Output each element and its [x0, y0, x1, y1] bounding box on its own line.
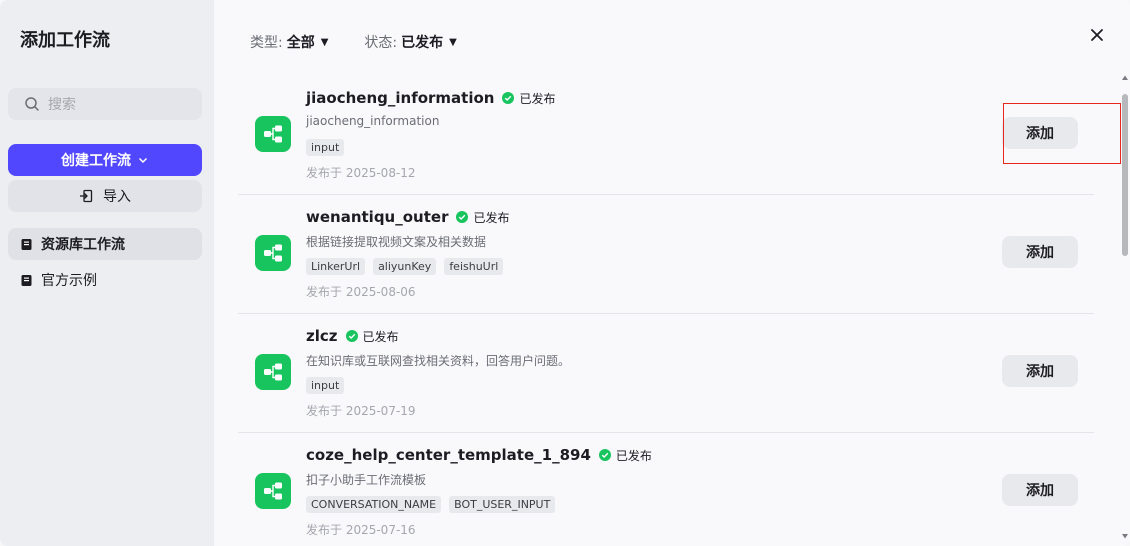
check-circle-icon: [345, 330, 358, 342]
workflow-title-row: coze_help_center_template_1_894 已发布: [306, 446, 652, 464]
workflow-icon: [255, 473, 291, 509]
publish-date: 发布于 2025-08-06: [306, 285, 416, 299]
search-placeholder: 搜索: [48, 97, 76, 113]
workflow-name: wenantiqu_outer: [306, 208, 449, 226]
workflow-item: coze_help_center_template_1_894 已发布 扣子小助…: [238, 433, 1094, 546]
add-button[interactable]: 添加: [1002, 236, 1078, 268]
workflow-description: 根据链接提取视频文案及相关数据: [306, 235, 487, 249]
filter-bar: 类型: 全部 ▼ 状态: 已发布 ▼: [250, 32, 493, 52]
search-input[interactable]: 搜索: [8, 88, 202, 120]
workflow-title-row: jiaocheng_information 已发布: [306, 89, 555, 107]
chevron-down-icon: [138, 157, 148, 164]
tag: input: [306, 139, 345, 156]
add-button[interactable]: 添加: [1002, 474, 1078, 506]
status-label: 已发布: [519, 91, 556, 106]
workflow-icon: [255, 235, 291, 271]
caret-down-icon: ▼: [320, 36, 329, 48]
publish-date: 发布于 2025-07-16: [306, 523, 416, 537]
status-badge: 已发布: [598, 447, 652, 464]
workflow-title-row: wenantiqu_outer 已发布: [306, 208, 509, 226]
type-filter-label: 类型:: [250, 35, 283, 51]
tag: feishuUrl: [444, 258, 504, 275]
tag-list: input: [306, 377, 352, 394]
workflow-description: 在知识库或互联网查找相关资料，回答用户问题。: [306, 354, 571, 368]
tag: aliyunKey: [373, 258, 437, 275]
sidebar-item-library-workflows[interactable]: 资源库工作流: [8, 228, 202, 260]
scrollbar[interactable]: [1120, 74, 1130, 546]
workflow-list: jiaocheng_information 已发布 jiaocheng_info…: [238, 76, 1121, 546]
add-workflow-modal: 添加工作流 搜索 创建工作流 导入 资源库工作流 官方示例 类型: 全部 ▼ 状…: [0, 0, 1130, 546]
sidebar-item-label: 官方示例: [41, 273, 97, 289]
publish-date: 发布于 2025-07-19: [306, 404, 416, 418]
workflow-name: coze_help_center_template_1_894: [306, 446, 591, 464]
check-circle-icon: [456, 211, 469, 223]
status-badge: 已发布: [456, 209, 509, 226]
workflow-item: zlcz 已发布 在知识库或互联网查找相关资料，回答用户问题。 input 发布…: [238, 314, 1094, 433]
workflow-title-row: zlcz 已发布: [306, 327, 399, 345]
book-icon: [21, 238, 32, 250]
status-label: 已发布: [615, 448, 652, 463]
import-label: 导入: [103, 189, 131, 205]
close-icon[interactable]: [1090, 28, 1104, 42]
workflow-icon: [255, 354, 291, 390]
tag-list: LinkerUrl aliyunKey feishuUrl: [306, 258, 511, 275]
tag: input: [306, 377, 345, 394]
highlight-box: [1003, 103, 1121, 164]
sidebar-item-label: 资源库工作流: [41, 237, 125, 253]
create-workflow-label: 创建工作流: [61, 153, 131, 169]
workflow-name: jiaocheng_information: [306, 89, 495, 107]
check-circle-icon: [598, 449, 611, 461]
type-filter-value: 全部: [286, 35, 315, 51]
workflow-description: 扣子小助手工作流模板: [306, 473, 427, 487]
import-icon: [80, 189, 93, 203]
status-filter-label: 状态:: [364, 35, 398, 51]
workflow-icon: [255, 116, 291, 152]
scroll-down-arrow-icon[interactable]: [1121, 532, 1129, 540]
status-filter-value: 已发布: [401, 35, 444, 51]
import-button[interactable]: 导入: [8, 180, 202, 212]
publish-date: 发布于 2025-08-12: [306, 166, 416, 180]
modal-title: 添加工作流: [20, 30, 110, 51]
book-icon: [21, 274, 32, 286]
create-workflow-button[interactable]: 创建工作流: [8, 144, 202, 176]
sidebar: 添加工作流 搜索 创建工作流 导入 资源库工作流 官方示例: [0, 0, 214, 546]
status-filter[interactable]: 状态: 已发布 ▼: [364, 32, 456, 52]
status-badge: 已发布: [502, 90, 555, 107]
workflow-name: zlcz: [306, 327, 338, 345]
add-button[interactable]: 添加: [1002, 355, 1078, 387]
type-filter[interactable]: 类型: 全部 ▼: [250, 32, 328, 52]
status-label: 已发布: [362, 329, 399, 344]
workflow-item: wenantiqu_outer 已发布 根据链接提取视频文案及相关数据 Link…: [238, 195, 1094, 314]
main-panel: 类型: 全部 ▼ 状态: 已发布 ▼ jiaocheng_information: [214, 0, 1130, 546]
search-icon: [25, 97, 39, 111]
tag: BOT_USER_INPUT: [449, 496, 556, 513]
tag: LinkerUrl: [306, 258, 366, 275]
check-circle-icon: [502, 92, 515, 104]
caret-down-icon: ▼: [449, 36, 457, 48]
workflow-item: jiaocheng_information 已发布 jiaocheng_info…: [238, 76, 1121, 195]
tag-list: CONVERSATION_NAME BOT_USER_INPUT: [306, 496, 563, 513]
tag: CONVERSATION_NAME: [306, 496, 442, 513]
tag-list: input: [306, 139, 352, 156]
status-label: 已发布: [473, 210, 510, 225]
workflow-description: jiaocheng_information: [306, 114, 440, 128]
status-badge: 已发布: [345, 328, 399, 345]
scrollbar-thumb[interactable]: [1122, 94, 1128, 256]
sidebar-item-official-examples[interactable]: 官方示例: [8, 264, 202, 296]
scroll-up-arrow-icon[interactable]: [1121, 74, 1129, 82]
